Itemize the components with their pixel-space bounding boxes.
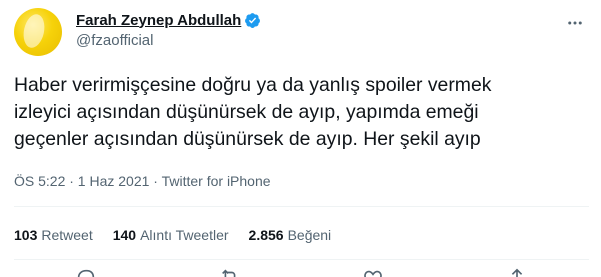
- like-button[interactable]: [362, 267, 384, 277]
- like-count-stat[interactable]: 2.856 Beğeni: [249, 227, 332, 243]
- reply-icon: [77, 269, 95, 277]
- share-icon: [511, 268, 523, 277]
- like-count: 2.856: [248, 227, 284, 243]
- divider: [14, 259, 589, 260]
- tweet-header: Farah Zeynep Abdullah @fzaofficial: [76, 10, 261, 49]
- quote-label: Alıntı Tweetler: [140, 227, 229, 243]
- retweet-icon: [221, 269, 236, 277]
- divider: [14, 206, 589, 207]
- reply-button[interactable]: [75, 267, 97, 277]
- like-label: Beğeni: [287, 227, 332, 243]
- author-handle[interactable]: @fzaofficial: [76, 32, 261, 49]
- quote-count: 140: [112, 227, 137, 243]
- more-options-button[interactable]: [562, 10, 588, 36]
- retweet-count: 103: [14, 227, 38, 243]
- heart-icon: [364, 270, 383, 277]
- share-button[interactable]: [506, 267, 528, 277]
- tweet-actions: [14, 267, 589, 277]
- quote-count-stat[interactable]: 140 Alıntı Tweetler: [113, 227, 229, 243]
- tweet-card: Farah Zeynep Abdullah @fzaofficial Haber…: [0, 0, 601, 277]
- more-options-icon: [568, 21, 582, 25]
- avatar[interactable]: [14, 8, 62, 56]
- avatar-highlight: [20, 12, 48, 50]
- retweet-button[interactable]: [219, 267, 241, 277]
- name-row: Farah Zeynep Abdullah: [76, 10, 261, 30]
- verified-badge-icon: [245, 12, 261, 28]
- retweet-count-stat[interactable]: 103 Retweet: [14, 227, 93, 243]
- tweet-meta[interactable]: ÖS 5:22 · 1 Haz 2021 · Twitter for iPhon…: [14, 173, 271, 189]
- tweet-text: Haber verirmişçesine doğru ya da yanlış …: [14, 74, 492, 150]
- retweet-label: Retweet: [41, 227, 93, 243]
- author-display-name[interactable]: Farah Zeynep Abdullah: [76, 12, 241, 29]
- tweet-stats: 103 Retweet 140 Alıntı Tweetler 2.856 Beğen…: [14, 227, 351, 243]
